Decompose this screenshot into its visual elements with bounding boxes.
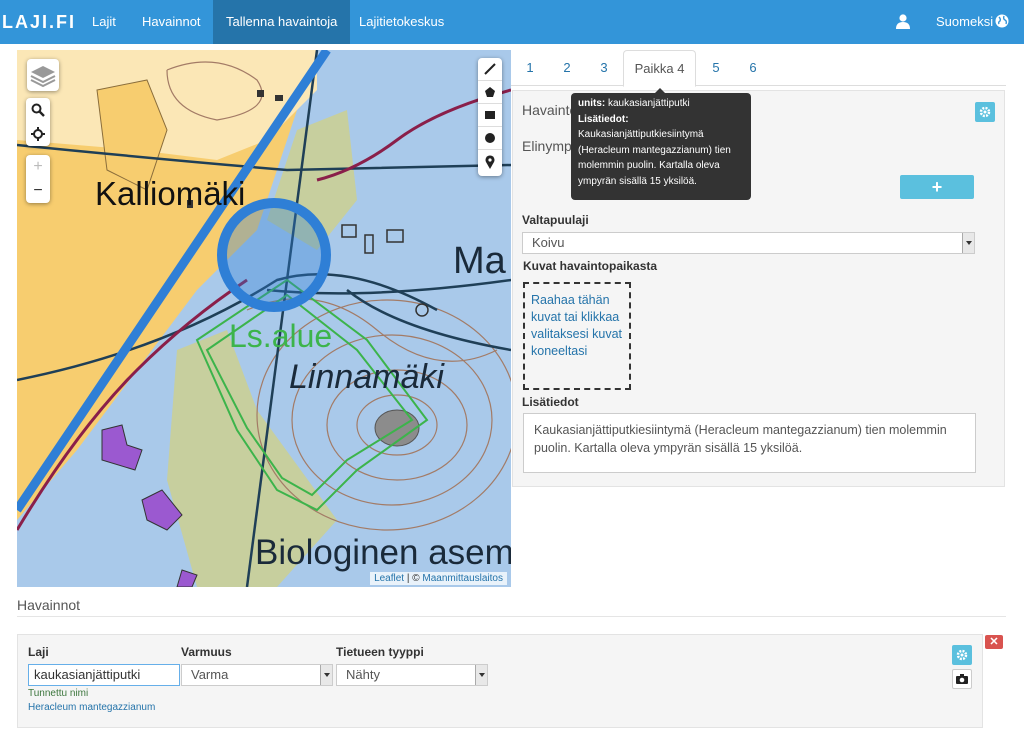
place-settings-button[interactable] xyxy=(975,102,995,122)
draw-rectangle-button[interactable] xyxy=(478,104,502,127)
nav-item-lajit[interactable]: Lajit xyxy=(79,0,129,44)
map-label-linnamaki: Linnamäki xyxy=(289,358,444,396)
tyyppi-select[interactable]: Nähty xyxy=(336,664,488,686)
add-photo-button[interactable] xyxy=(952,669,972,689)
valtapuulaji-label: Valtapuulaji xyxy=(522,213,589,227)
recognized-name-text: Tunnettu nimi xyxy=(28,688,89,699)
valtapuulaji-select[interactable]: Koivu xyxy=(522,232,975,254)
tab-6[interactable]: 6 xyxy=(742,50,764,86)
lisatiedot-label: Lisätiedot xyxy=(522,395,579,409)
search-locate-control xyxy=(26,98,50,146)
map-marker-icon xyxy=(485,154,495,169)
draw-marker-button[interactable] xyxy=(478,150,502,173)
observation-row: Laji kaukasianjättiputki Tunnettu nimi H… xyxy=(17,634,983,728)
observations-title: Havainnot xyxy=(17,597,81,613)
place-tabs: 1 2 3 Paikka 4 5 6 xyxy=(511,50,1006,87)
tab-5[interactable]: 5 xyxy=(705,50,727,86)
gear-icon xyxy=(979,106,991,118)
chevron-down-icon xyxy=(320,665,332,685)
maanmittauslaitos-link[interactable]: Maanmittauslaitos xyxy=(422,573,503,584)
chevron-down-icon xyxy=(475,665,487,685)
image-dropzone[interactable]: Raahaa tähän kuvat tai klikkaa valitakse… xyxy=(523,282,631,390)
nav-item-tallenna[interactable]: Tallenna havaintoja xyxy=(213,0,351,44)
gear-icon xyxy=(956,649,968,661)
zoom-in-button[interactable]: + xyxy=(27,156,49,178)
layers-icon xyxy=(30,66,56,88)
site-logo[interactable]: LAJI.FI xyxy=(2,12,76,33)
user-icon[interactable] xyxy=(895,13,911,29)
map-feature-tooltip: units: kaukasianjättiputki Lisätiedot: K… xyxy=(571,88,751,200)
nav-item-havainnot[interactable]: Havainnot xyxy=(129,0,214,44)
draw-toolbar xyxy=(478,58,502,176)
scientific-name-text: Heracleum mantegazzianum xyxy=(28,702,156,713)
globe-icon[interactable] xyxy=(995,14,1009,28)
polygon-icon xyxy=(485,87,495,97)
tab-paikka-4[interactable]: Paikka 4 xyxy=(623,50,696,87)
observation-settings-button[interactable] xyxy=(952,645,972,665)
varmuus-label: Varmuus xyxy=(181,645,232,659)
laji-input[interactable]: kaukasianjättiputki xyxy=(28,664,180,686)
map-label-ma: Ma xyxy=(453,240,506,282)
tab-3[interactable]: 3 xyxy=(593,50,615,86)
top-navbar: LAJI.FI Lajit Havainnot Tallenna havaint… xyxy=(0,0,1024,44)
map-label-biologinen: Biologinen asem xyxy=(255,533,511,572)
nav-item-lajitietokeskus[interactable]: Lajitietokeskus xyxy=(346,0,457,44)
laji-label: Laji xyxy=(28,645,49,659)
delete-observation-button[interactable]: ✕ xyxy=(985,635,1003,649)
lisatiedot-textarea[interactable]: Kaukasianjättiputkiesiintymä (Heracleum … xyxy=(523,413,976,473)
zoom-control: + − xyxy=(26,155,50,203)
divider xyxy=(17,616,1006,617)
zoom-out-button[interactable]: − xyxy=(27,180,49,202)
rectangle-icon xyxy=(485,111,495,119)
chevron-down-icon xyxy=(962,233,974,253)
draw-circle-button[interactable] xyxy=(478,127,502,150)
map-attribution: Leaflet | © Maanmittauslaitos xyxy=(370,572,507,585)
tooltip-text: Kaukasianjättiputkiesiintymä (Heracleum … xyxy=(578,129,731,187)
crosshair-icon xyxy=(31,127,45,141)
polyline-icon xyxy=(484,63,496,75)
camera-icon xyxy=(956,674,968,684)
layers-button[interactable] xyxy=(27,59,59,91)
circle-icon xyxy=(485,133,495,143)
tab-2[interactable]: 2 xyxy=(556,50,578,86)
locate-button[interactable] xyxy=(27,123,49,145)
draw-line-button[interactable] xyxy=(478,58,502,81)
varmuus-select[interactable]: Varma xyxy=(181,664,333,686)
leaflet-link[interactable]: Leaflet xyxy=(374,573,404,584)
search-icon xyxy=(31,103,45,117)
draw-polygon-button[interactable] xyxy=(478,81,502,104)
map-label-kalliomaki: Kalliomäki xyxy=(95,175,246,212)
map-view[interactable]: Kalliomäki Ma Ls.alue Linnamäki Biologin… xyxy=(17,50,511,587)
language-selector[interactable]: Suomeksi xyxy=(936,0,993,44)
tab-1[interactable]: 1 xyxy=(519,50,541,86)
tyyppi-label: Tietueen tyyppi xyxy=(336,645,424,659)
images-label: Kuvat havaintopaikasta xyxy=(523,259,658,273)
add-habitat-button[interactable]: + xyxy=(900,175,974,199)
search-button[interactable] xyxy=(27,99,49,121)
map-label-lsalue: Ls.alue xyxy=(229,318,333,354)
